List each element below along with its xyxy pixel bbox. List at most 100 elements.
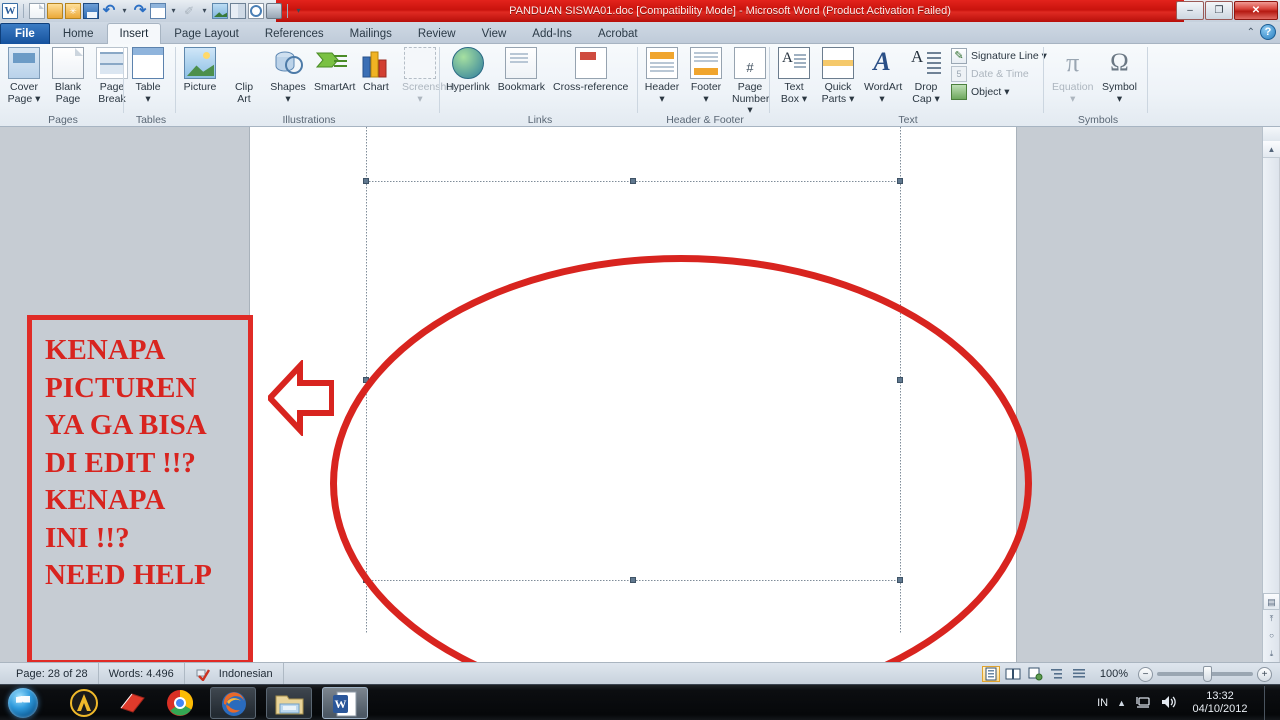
- close-button[interactable]: ✕: [1234, 1, 1278, 20]
- undo-icon[interactable]: ↶: [101, 3, 117, 19]
- table-button[interactable]: Table ▾: [126, 46, 170, 106]
- format-painter-icon[interactable]: ✐: [181, 3, 197, 19]
- tab-insert[interactable]: Insert: [106, 23, 162, 44]
- hyperlink-button[interactable]: Hyperlink: [442, 46, 494, 95]
- zoom-out-button[interactable]: −: [1138, 666, 1153, 682]
- save-icon[interactable]: [83, 3, 99, 19]
- next-page-button[interactable]: ⤓: [1263, 645, 1280, 662]
- language-indicator[interactable]: Indonesian: [185, 663, 284, 685]
- customize-qat-icon[interactable]: ▾: [293, 3, 304, 19]
- taskbar-button-firefox[interactable]: [210, 687, 256, 719]
- new-document-icon[interactable]: [29, 3, 45, 19]
- taskbar-icon-avira[interactable]: [70, 689, 98, 717]
- tab-acrobat[interactable]: Acrobat: [585, 23, 651, 44]
- open-recent-icon[interactable]: [65, 3, 81, 19]
- taskbar-icon-chrome[interactable]: [166, 689, 194, 717]
- shapes-button[interactable]: Shapes ▾: [266, 46, 310, 106]
- select-browse-object-button[interactable]: ▤: [1263, 593, 1280, 610]
- show-desktop-button[interactable]: [1264, 686, 1274, 720]
- tab-view[interactable]: View: [469, 23, 520, 44]
- print-preview-icon[interactable]: [248, 3, 264, 19]
- cross-reference-button[interactable]: Cross-reference: [549, 46, 632, 95]
- smartart-button[interactable]: SmartArt: [310, 46, 355, 95]
- bookmark-button[interactable]: Bookmark: [494, 46, 549, 95]
- picture-button[interactable]: Picture: [178, 46, 222, 95]
- selection-handle[interactable]: [630, 178, 636, 184]
- show-hidden-icons-icon[interactable]: ▲: [1117, 698, 1126, 708]
- print-icon[interactable]: [266, 3, 282, 19]
- selection-handle[interactable]: [897, 178, 903, 184]
- insert-picture-icon[interactable]: [212, 3, 228, 19]
- help-icon[interactable]: ?: [1260, 24, 1276, 40]
- tab-mailings[interactable]: Mailings: [337, 23, 405, 44]
- open-folder-icon[interactable]: [47, 3, 63, 19]
- selection-handle[interactable]: [363, 178, 369, 184]
- taskbar-icon-dictionary[interactable]: [118, 689, 146, 717]
- zoom-in-button[interactable]: +: [1257, 666, 1272, 682]
- window-controls[interactable]: – ❐ ✕: [1176, 1, 1278, 20]
- zoom-level[interactable]: 100%: [1100, 668, 1128, 680]
- split-window-handle[interactable]: [1263, 127, 1280, 141]
- quick-parts-button[interactable]: Quick Parts ▾: [816, 46, 860, 106]
- drop-cap-button[interactable]: Drop Cap ▾: [904, 46, 948, 106]
- web-layout-view-button[interactable]: [1026, 666, 1044, 682]
- start-button[interactable]: [8, 688, 38, 718]
- signature-line-button[interactable]: Signature Line ▾: [948, 47, 1050, 65]
- tab-add-ins[interactable]: Add-Ins: [519, 23, 585, 44]
- page-indicator[interactable]: Page: 28 of 28: [6, 663, 99, 685]
- clock-date: 04/10/2012: [1192, 703, 1248, 715]
- cover-page-button[interactable]: Cover Page ▾: [2, 46, 46, 106]
- tab-page-layout[interactable]: Page Layout: [161, 23, 252, 44]
- zoom-slider[interactable]: [1157, 666, 1253, 682]
- restore-button[interactable]: ❐: [1205, 1, 1233, 20]
- redo-icon[interactable]: ↷: [132, 3, 148, 19]
- tab-references[interactable]: References: [252, 23, 337, 44]
- outline-view-button[interactable]: [1048, 666, 1066, 682]
- taskbar-button-word[interactable]: W: [322, 687, 368, 719]
- blank-page-button[interactable]: Blank Page: [46, 46, 90, 106]
- book-icon[interactable]: [230, 3, 246, 19]
- table-icon[interactable]: [150, 3, 166, 19]
- draft-view-button[interactable]: [1070, 666, 1088, 682]
- minimize-button[interactable]: –: [1176, 1, 1204, 20]
- zoom-slider-thumb[interactable]: [1203, 666, 1212, 682]
- quick-access-toolbar[interactable]: ↶ ▾ ↷ ▾ ✐ ▾ ▾: [2, 1, 304, 21]
- vertical-scrollbar[interactable]: ▲ ▤ ⤒ ○ ⤓: [1262, 127, 1280, 662]
- text-box-button[interactable]: Text Box ▾: [772, 46, 816, 106]
- document-workspace[interactable]: KENAPA PICTUREN YA GA BISA DI EDIT !!? K…: [0, 127, 1280, 662]
- status-bar-right: 100% − +: [981, 663, 1272, 685]
- volume-icon[interactable]: [1160, 694, 1176, 713]
- tab-file[interactable]: File: [0, 23, 50, 44]
- undo-dropdown-icon[interactable]: ▾: [119, 3, 130, 19]
- wordart-button[interactable]: A WordArt ▾: [860, 46, 904, 106]
- previous-page-button[interactable]: ⤒: [1263, 610, 1280, 627]
- ribbon-tabs: File Home Insert Page Layout References …: [0, 22, 651, 44]
- format-painter-dropdown-icon[interactable]: ▾: [199, 3, 210, 19]
- scroll-up-button[interactable]: ▲: [1263, 141, 1280, 158]
- select-object-button[interactable]: ○: [1263, 627, 1280, 644]
- screenshot-button[interactable]: Screenshot ▾: [398, 46, 455, 106]
- group-label-illustrations: Illustrations: [282, 114, 336, 126]
- page-number-button[interactable]: # Page Number ▾: [728, 46, 772, 118]
- clock[interactable]: 13:32 04/10/2012: [1185, 690, 1255, 716]
- tab-home[interactable]: Home: [50, 23, 107, 44]
- cross-reference-icon: [574, 47, 607, 79]
- header-button[interactable]: Header ▾: [640, 46, 684, 106]
- taskbar-button-explorer[interactable]: [266, 687, 312, 719]
- collapse-ribbon-icon[interactable]: ⌃: [1247, 27, 1255, 38]
- chart-button[interactable]: Chart: [354, 46, 398, 95]
- full-screen-reading-view-button[interactable]: [1004, 666, 1022, 682]
- footer-button[interactable]: Footer ▾: [684, 46, 728, 106]
- table-dropdown-icon[interactable]: ▾: [168, 3, 179, 19]
- date-time-button[interactable]: Date & Time: [948, 65, 1050, 83]
- equation-button[interactable]: π Equation ▾: [1048, 46, 1097, 106]
- print-layout-view-button[interactable]: [981, 666, 1000, 682]
- symbol-button[interactable]: Ω Symbol ▾: [1097, 46, 1141, 106]
- network-icon[interactable]: [1135, 694, 1151, 713]
- object-button[interactable]: Object ▾: [948, 83, 1050, 101]
- word-count[interactable]: Words: 4.496: [99, 663, 185, 685]
- tab-review[interactable]: Review: [405, 23, 469, 44]
- clip-art-button[interactable]: Clip Art: [222, 46, 266, 106]
- language-indicator-tray[interactable]: IN: [1097, 697, 1108, 709]
- word-logo-icon[interactable]: [2, 3, 18, 19]
